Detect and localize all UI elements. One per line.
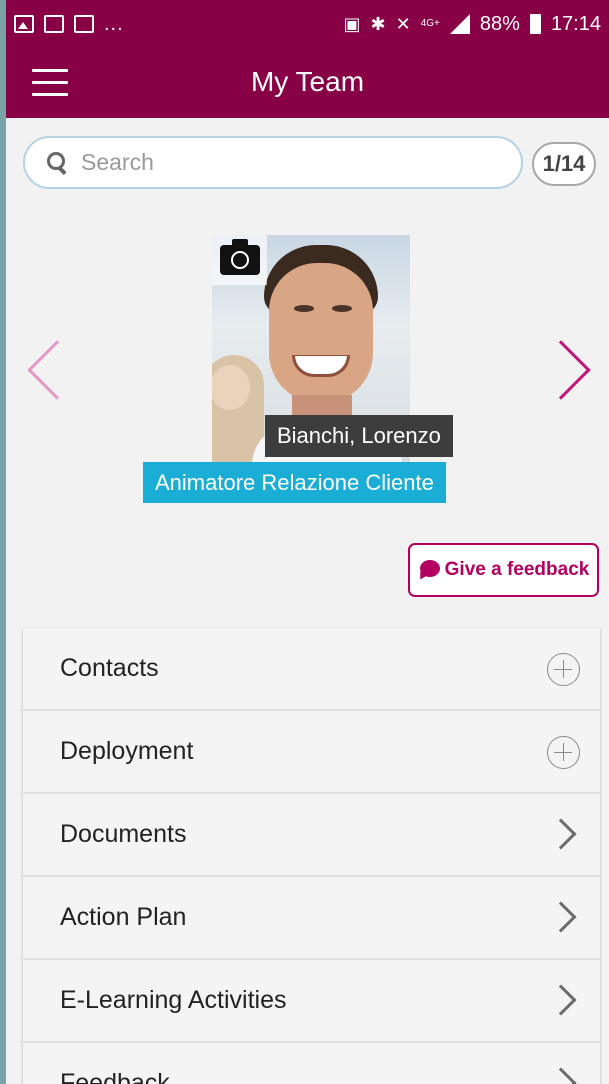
chevron-right-icon	[545, 1067, 577, 1084]
plus-circle-icon[interactable]	[547, 736, 580, 769]
more-notifications: ...	[104, 12, 124, 35]
page-title: My Team	[250, 66, 365, 97]
maps-notification-icon	[74, 15, 94, 33]
list-item-contacts[interactable]: Contacts	[23, 628, 600, 711]
list-item-label: Deployment	[60, 737, 194, 765]
list-item-deployment[interactable]: Deployment	[23, 711, 600, 794]
search-box[interactable]	[23, 136, 523, 189]
list-item-feedback[interactable]: Feedback	[23, 1043, 600, 1084]
network-type: 4G+	[420, 18, 440, 29]
signal-icon	[449, 14, 470, 34]
list-item-label: Feedback	[60, 1069, 170, 1084]
give-feedback-button[interactable]: Give a feedback	[408, 543, 599, 597]
search-input[interactable]	[81, 149, 481, 176]
member-sections-list: Contacts Deployment Documents Action Pla…	[23, 628, 600, 1084]
app-bar: My Team	[6, 48, 609, 118]
plus-circle-icon[interactable]	[547, 653, 580, 686]
list-item-action-plan[interactable]: Action Plan	[23, 877, 600, 960]
clock: 17:14	[550, 12, 601, 35]
status-system: ▣ ✱ ✕ 4G+ 88% 17:14	[344, 13, 601, 36]
outlook-notification-icon	[44, 15, 64, 33]
list-item-e-learning[interactable]: E-Learning Activities	[23, 960, 600, 1043]
search-icon	[47, 151, 69, 174]
gallery-notification-icon	[14, 15, 34, 33]
app-screen: ... ▣ ✱ ✕ 4G+ 88% 17:14 My Team 1/14	[6, 0, 609, 1084]
previous-member-arrow-icon[interactable]	[27, 340, 87, 400]
status-bar: ... ▣ ✱ ✕ 4G+ 88% 17:14	[6, 0, 609, 48]
speech-bubble-icon	[418, 560, 440, 580]
chevron-right-icon	[545, 901, 577, 933]
give-feedback-label: Give a feedback	[444, 559, 590, 580]
chevron-right-icon	[545, 984, 577, 1016]
mute-icon: ✕	[395, 13, 411, 34]
chevron-right-icon	[545, 818, 577, 850]
list-item-label: Contacts	[60, 654, 159, 682]
list-item-documents[interactable]: Documents	[23, 794, 600, 877]
status-notifications: ...	[14, 13, 124, 36]
list-item-label: Action Plan	[60, 903, 187, 931]
battery-icon	[529, 14, 541, 34]
list-item-label: E-Learning Activities	[60, 986, 287, 1014]
battery-percent: 88%	[479, 12, 520, 35]
next-member-arrow-icon[interactable]	[531, 340, 591, 400]
page-counter: 1/14	[532, 142, 596, 186]
member-name: Bianchi, Lorenzo	[265, 415, 453, 457]
lock-icon: ▣	[343, 13, 361, 34]
camera-icon[interactable]	[212, 235, 267, 285]
bluetooth-icon: ✱	[370, 13, 386, 34]
member-role: Animatore Relazione Cliente	[143, 462, 446, 503]
list-item-label: Documents	[60, 820, 187, 848]
